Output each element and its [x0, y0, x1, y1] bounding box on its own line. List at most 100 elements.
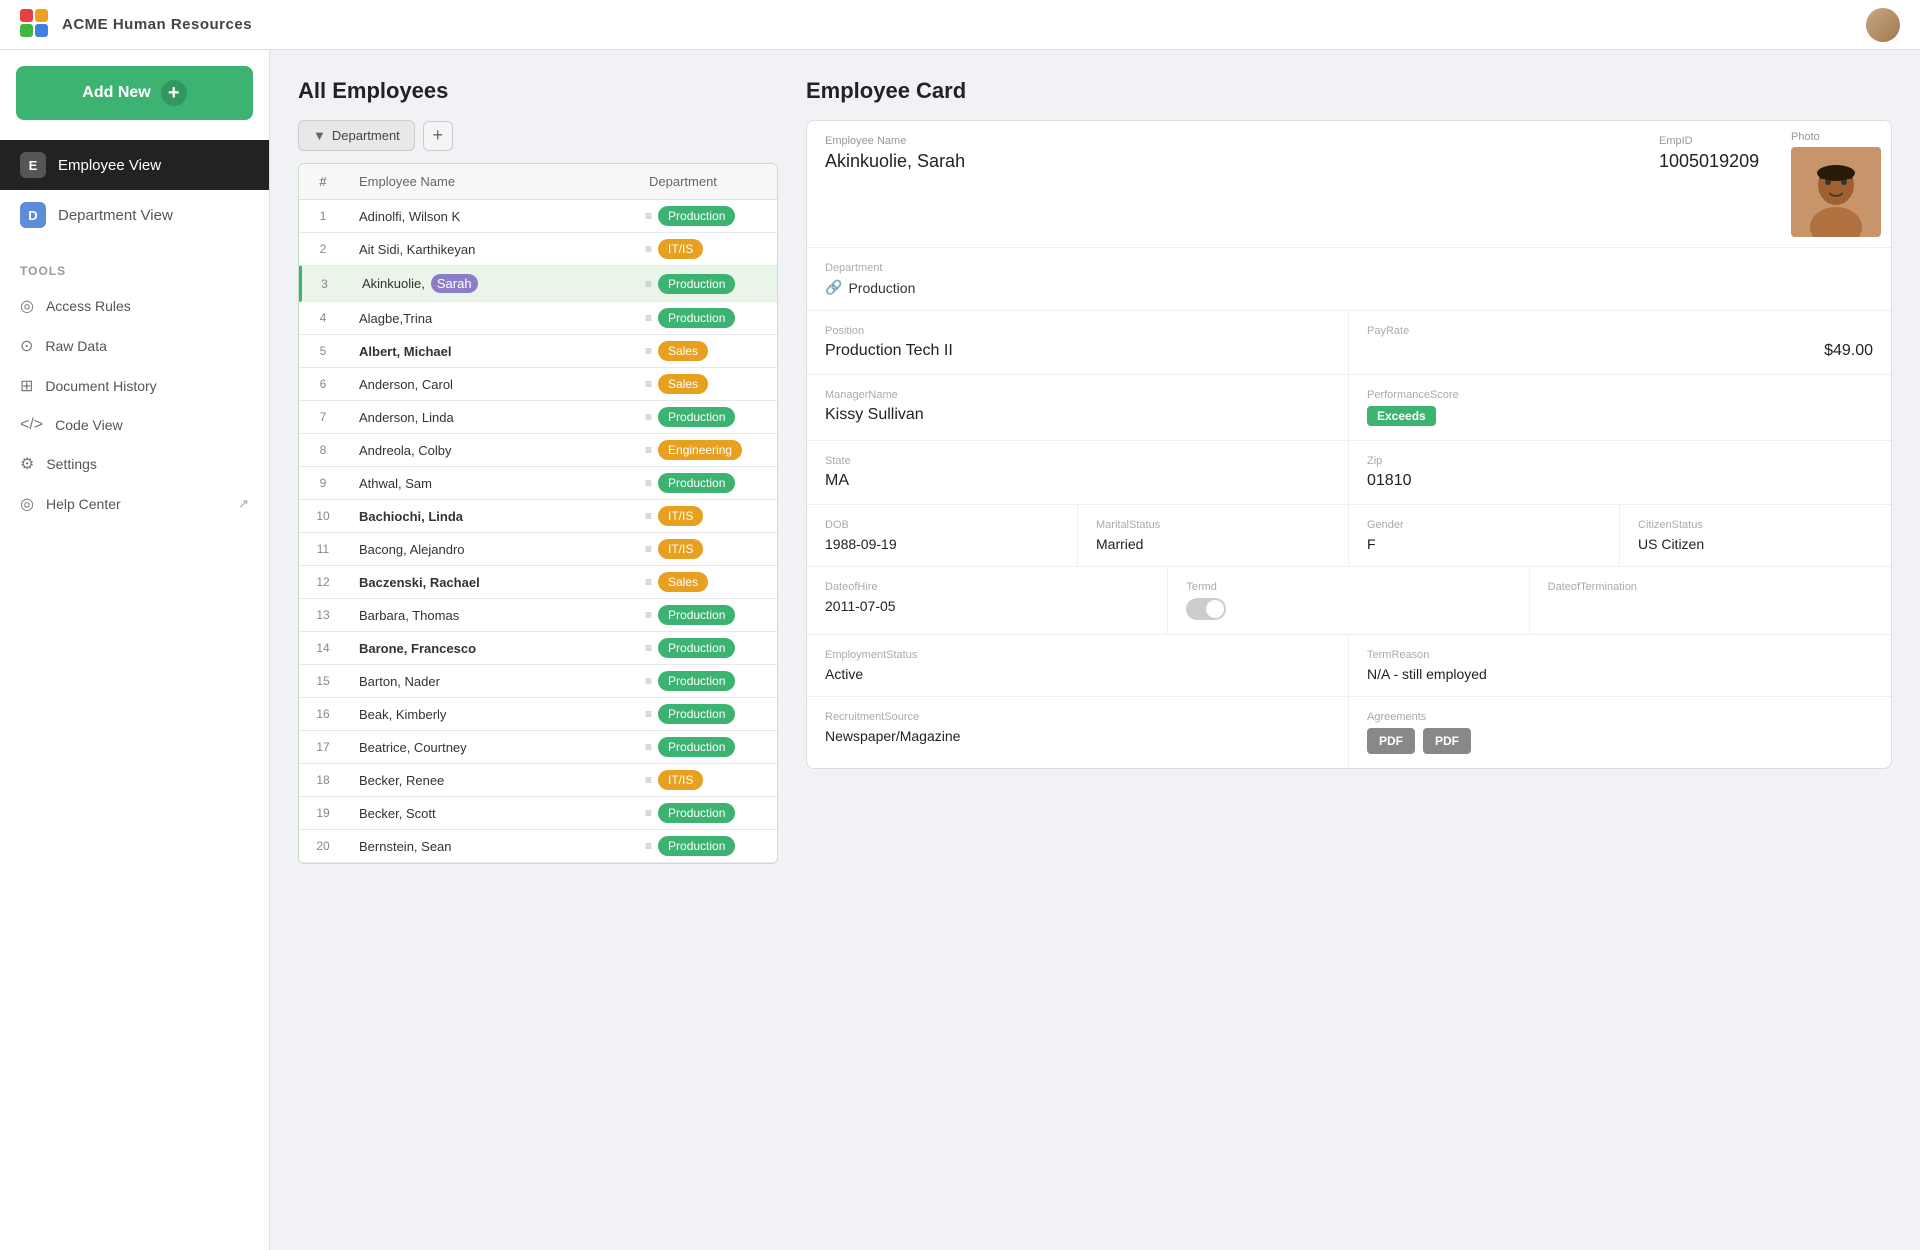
card-photo-field: Photo	[1781, 121, 1891, 247]
card-performance-value: Exceeds	[1367, 406, 1873, 426]
row-department: ≡Production	[637, 302, 777, 334]
code-view-icon: </>	[20, 416, 43, 434]
dept-badge: Production	[658, 803, 735, 823]
dept-badge: Production	[658, 206, 735, 226]
card-gender-label: Gender	[1367, 519, 1601, 531]
card-emp-id-field: EmpID 1005019209	[1641, 121, 1781, 247]
table-row[interactable]: 7Anderson, Linda≡Production	[299, 401, 777, 434]
dept-badge: Production	[658, 407, 735, 427]
nav-section: E Employee View D Department View	[0, 140, 269, 240]
row-number: 14	[299, 633, 347, 663]
sidebar-item-department-view[interactable]: D Department View	[0, 190, 269, 240]
row-employee-name: Ait Sidi, Karthikeyan	[347, 234, 637, 265]
dept-badge: Sales	[658, 341, 708, 361]
card-department-row: Department 🔗 Production	[807, 248, 1891, 311]
card-payrate-value: $49.00	[1367, 342, 1873, 360]
row-number: 16	[299, 699, 347, 729]
card-recruitment-value: Newspaper/Magazine	[825, 728, 1330, 744]
card-recruitment-label: RecruitmentSource	[825, 711, 1330, 723]
doc-icon: ≡	[645, 575, 652, 589]
table-row[interactable]: 1Adinolfi, Wilson K≡Production	[299, 200, 777, 233]
card-employment-cell: EmploymentStatus Active	[807, 635, 1349, 696]
card-emp-id-value: 1005019209	[1659, 151, 1763, 172]
doc-icon: ≡	[645, 377, 652, 391]
topbar: ACME Human Resources	[0, 0, 1920, 50]
layout: Add New + E Employee View D Department V…	[0, 50, 1920, 1250]
tool-raw-data[interactable]: ⊙ Raw Data	[0, 326, 269, 366]
row-department: ≡Production	[637, 467, 777, 499]
card-department-text: Production	[848, 280, 915, 296]
card-termd-cell: Termd	[1168, 567, 1529, 634]
tools-label: TOOLS	[0, 248, 269, 286]
dept-badge: Production	[658, 704, 735, 724]
card-termdate-cell: DateofTermination	[1530, 567, 1891, 634]
dept-badge: IT/IS	[658, 770, 703, 790]
row-number: 13	[299, 600, 347, 630]
access-rules-icon: ◎	[20, 296, 34, 316]
card-employee-name-field: Employee Name Akinkuolie, Sarah	[807, 121, 1641, 247]
tool-help-center[interactable]: ◎ Help Center ↗	[0, 484, 269, 524]
row-employee-name: Alagbe,Trina	[347, 303, 637, 334]
table-row[interactable]: 12Baczenski, Rachael≡Sales	[299, 566, 777, 599]
card-hire-row: DateofHire 2011-07-05 Termd DateofTermin…	[807, 567, 1891, 635]
table-row[interactable]: 18Becker, Renee≡IT/IS	[299, 764, 777, 797]
table-row[interactable]: 17Beatrice, Courtney≡Production	[299, 731, 777, 764]
table-row[interactable]: 8Andreola, Colby≡Engineering	[299, 434, 777, 467]
pdf-button-2[interactable]: PDF	[1423, 728, 1471, 754]
card-termd-label: Termd	[1186, 581, 1510, 593]
employee-card-section: Employee Card Employee Name Akinkuolie, …	[806, 78, 1892, 1250]
pdf-button-1[interactable]: PDF	[1367, 728, 1415, 754]
card-marital-cell: MaritalStatus Married	[1078, 505, 1349, 566]
add-filter-button[interactable]: +	[423, 121, 453, 151]
row-employee-name: Barton, Nader	[347, 666, 637, 697]
table-row[interactable]: 11Bacong, Alejandro≡IT/IS	[299, 533, 777, 566]
card-employee-name-value: Akinkuolie, Sarah	[825, 151, 1623, 172]
row-department: ≡Production	[637, 599, 777, 631]
row-department: ≡IT/IS	[637, 500, 777, 532]
termd-toggle[interactable]	[1186, 598, 1226, 620]
dept-badge: Production	[658, 473, 735, 493]
row-employee-name: Anderson, Carol	[347, 369, 637, 400]
filter-icon: ▼	[313, 128, 326, 143]
card-termdate-label: DateofTermination	[1548, 581, 1873, 593]
row-number: 1	[299, 201, 347, 231]
card-photo-label: Photo	[1791, 131, 1881, 143]
tool-access-rules[interactable]: ◎ Access Rules	[0, 286, 269, 326]
tool-settings[interactable]: ⚙ Settings	[0, 444, 269, 484]
card-payrate-label: PayRate	[1367, 325, 1873, 337]
table-row[interactable]: 10Bachiochi, Linda≡IT/IS	[299, 500, 777, 533]
table-row[interactable]: 3Akinkuolie, Sarah≡Production	[299, 266, 777, 302]
card-position-value: Production Tech II	[825, 342, 1330, 360]
card-dob-row: DOB 1988-09-19 MaritalStatus Married Gen…	[807, 505, 1891, 567]
row-department: ≡Production	[637, 200, 777, 232]
table-row[interactable]: 9Athwal, Sam≡Production	[299, 467, 777, 500]
avatar[interactable]	[1866, 8, 1900, 42]
table-row[interactable]: 16Beak, Kimberly≡Production	[299, 698, 777, 731]
table-row[interactable]: 2Ait Sidi, Karthikeyan≡IT/IS	[299, 233, 777, 266]
table-row[interactable]: 19Becker, Scott≡Production	[299, 797, 777, 830]
tool-code-view[interactable]: </> Code View	[0, 406, 269, 444]
dept-badge: Production	[658, 671, 735, 691]
table-row[interactable]: 13Barbara, Thomas≡Production	[299, 599, 777, 632]
add-new-button[interactable]: Add New +	[16, 66, 253, 120]
dept-badge: Production	[658, 308, 735, 328]
table-row[interactable]: 4Alagbe,Trina≡Production	[299, 302, 777, 335]
row-number: 11	[299, 534, 347, 564]
row-department: ≡Production	[637, 401, 777, 433]
table-row[interactable]: 5Albert, Michael≡Sales	[299, 335, 777, 368]
main-content: All Employees ▼ Department + # Employee …	[270, 50, 1920, 1250]
card-termreason-cell: TermReason N/A - still employed	[1349, 635, 1891, 696]
sidebar-item-employee-view[interactable]: E Employee View	[0, 140, 269, 190]
table-row[interactable]: 6Anderson, Carol≡Sales	[299, 368, 777, 401]
doc-icon: ≡	[645, 773, 652, 787]
table-row[interactable]: 15Barton, Nader≡Production	[299, 665, 777, 698]
tool-document-history[interactable]: ⊞ Document History	[0, 366, 269, 406]
table-row[interactable]: 14Barone, Francesco≡Production	[299, 632, 777, 665]
table-row[interactable]: 20Bernstein, Sean≡Production	[299, 830, 777, 863]
row-number: 7	[299, 402, 347, 432]
row-employee-name: Adinolfi, Wilson K	[347, 201, 637, 232]
row-employee-name: Barbara, Thomas	[347, 600, 637, 631]
row-number: 10	[299, 501, 347, 531]
doc-icon: ≡	[645, 641, 652, 655]
department-filter-button[interactable]: ▼ Department	[298, 120, 415, 151]
